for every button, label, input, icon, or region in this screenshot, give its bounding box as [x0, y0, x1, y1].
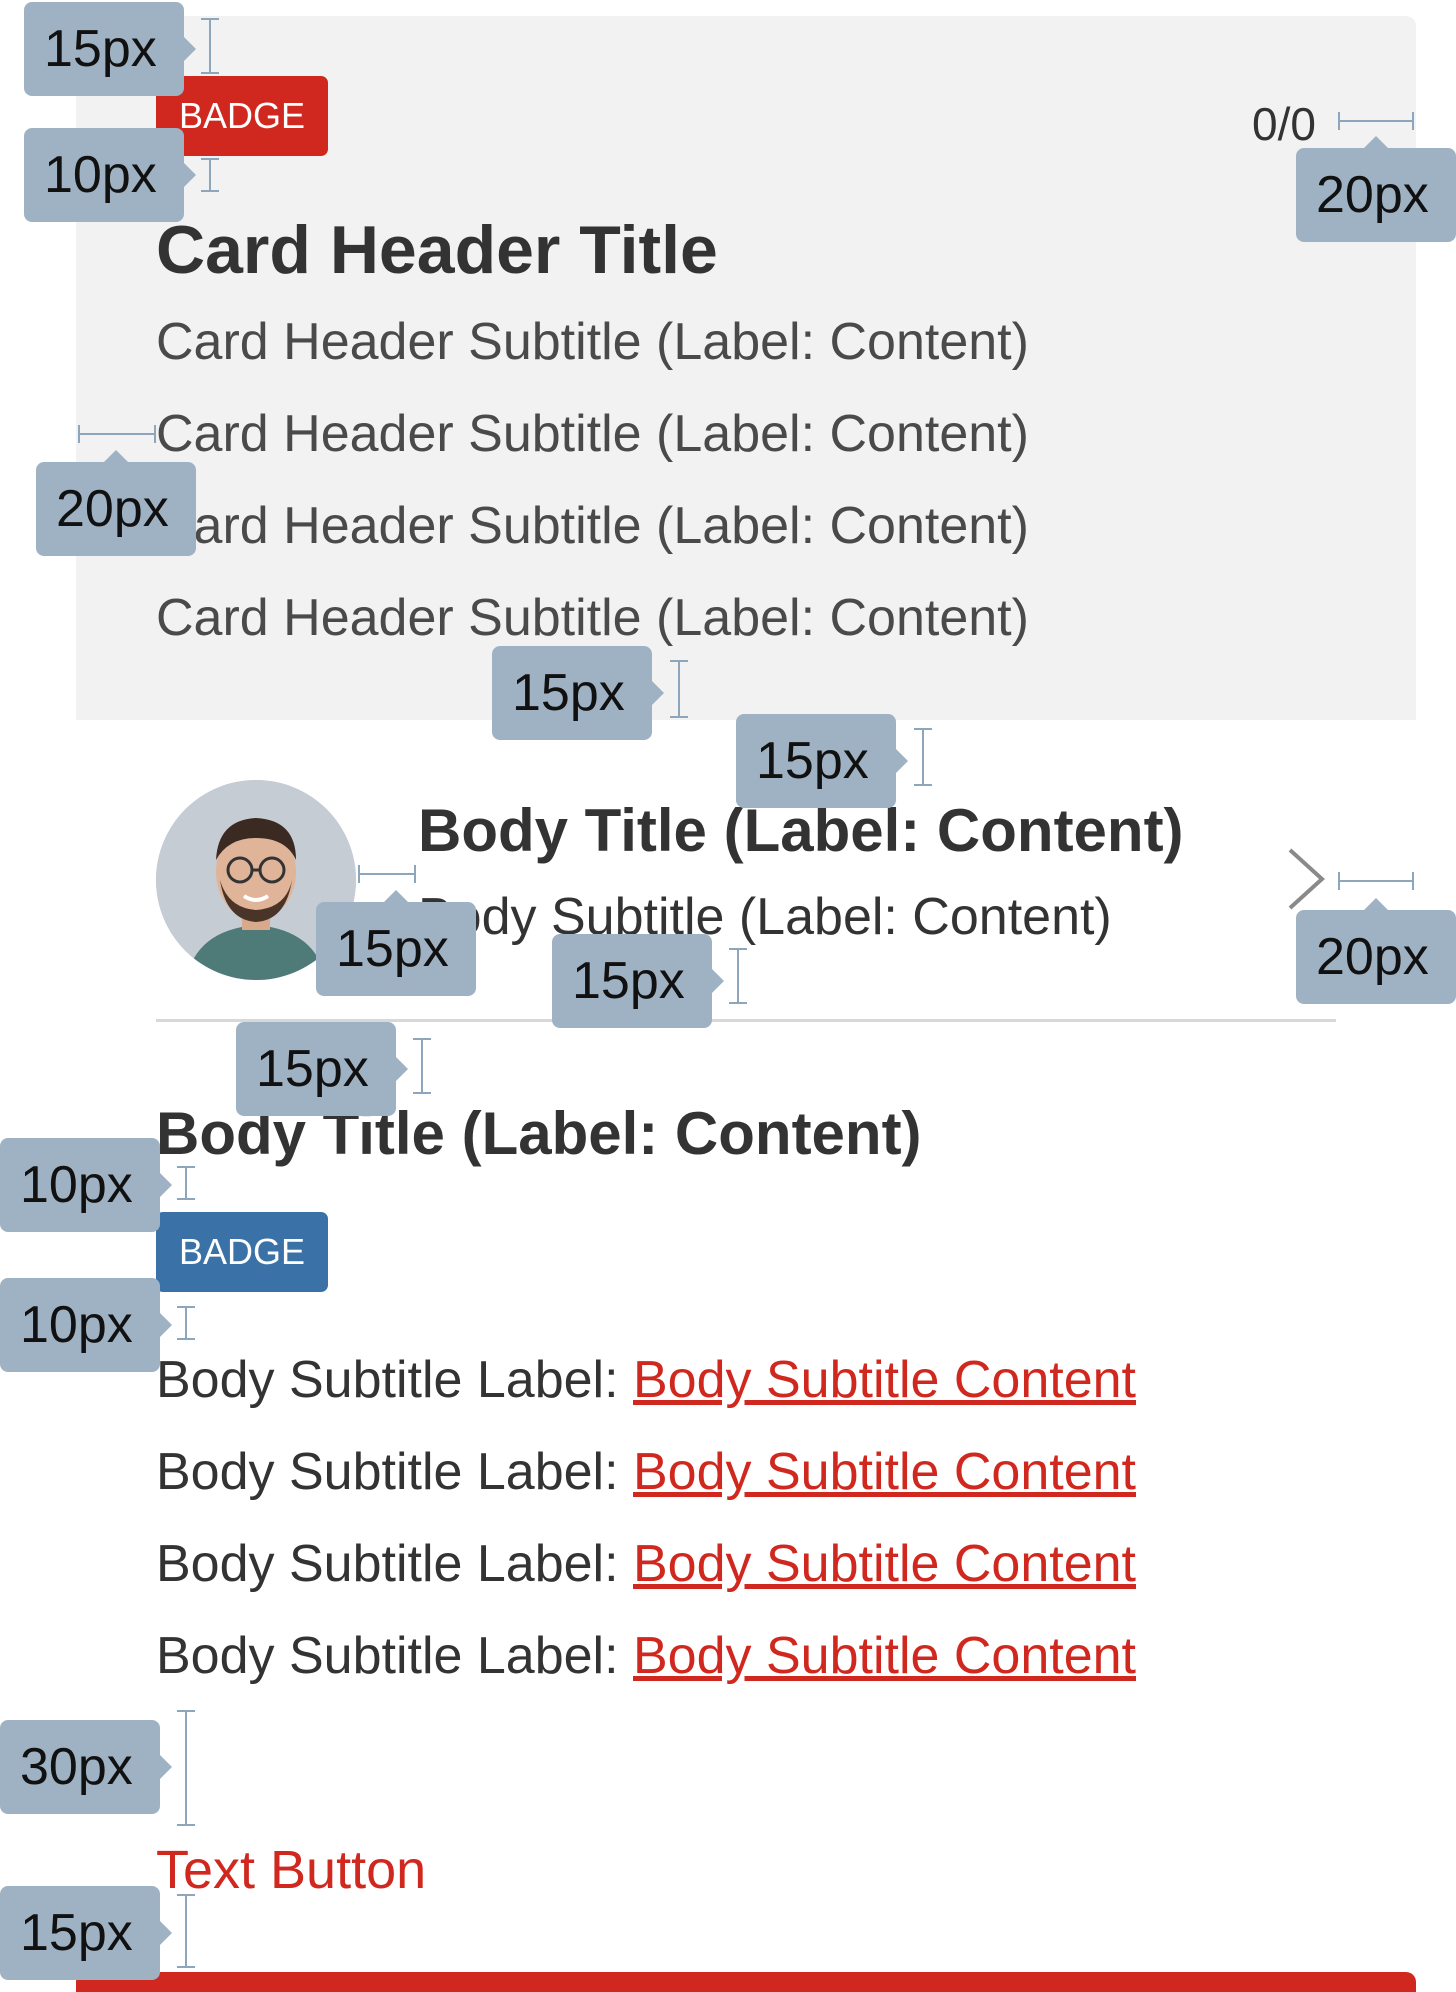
body-subtitle-label: Body Subtitle Label: [156, 1627, 633, 1685]
spacing-annotation: 15px [24, 2, 196, 96]
spacing-annotation: 15px [492, 646, 664, 740]
spacing-annotation: 10px [24, 128, 196, 222]
spacing-annotation: 15px [236, 1022, 408, 1116]
spacing-annotation: 20px [36, 450, 196, 556]
spacing-annotation: 10px [0, 1278, 172, 1372]
spacing-annotation: 30px [0, 1720, 172, 1814]
spacing-guide [177, 1306, 195, 1340]
bottom-bar [76, 1972, 1416, 1992]
list-item: Body Subtitle Label: Body Subtitle Conte… [156, 1624, 1136, 1688]
spacing-guide [358, 865, 416, 883]
body-subtitle-link[interactable]: Body Subtitle Content [633, 1443, 1136, 1501]
spacing-annotation: 15px [552, 934, 724, 1028]
card-header-title: Card Header Title [156, 212, 718, 288]
card-header-subtitle: Card Header Subtitle (Label: Content) [156, 589, 1029, 647]
spacing-annotation: 20px [1296, 136, 1456, 242]
spacing-guide [914, 728, 932, 786]
card-header-subtitle: Card Header Subtitle (Label: Content) [156, 313, 1029, 371]
list-item: Body Subtitle Label: Body Subtitle Conte… [156, 1440, 1136, 1504]
spacing-annotation: 10px [0, 1138, 172, 1232]
card-header-subtitle: Card Header Subtitle (Label: Content) [156, 497, 1029, 555]
spacing-annotation: 15px [736, 714, 908, 808]
body-subtitle-label: Body Subtitle Label: [156, 1535, 633, 1593]
spacing-guide [177, 1894, 195, 1968]
spacing-guide [78, 425, 156, 443]
body-subtitle-link[interactable]: Body Subtitle Content [633, 1627, 1136, 1685]
body-badge: BADGE [156, 1212, 328, 1292]
spacing-annotation: 20px [1296, 898, 1456, 1004]
spacing-guide [413, 1038, 431, 1094]
spacing-guide [201, 18, 219, 74]
spacing-guide [670, 660, 688, 718]
list-item: Body Subtitle Label: Body Subtitle Conte… [156, 1532, 1136, 1596]
chevron-right-icon[interactable] [1278, 846, 1338, 912]
spacing-guide [729, 948, 747, 1004]
list-item: Body Subtitle Label: Body Subtitle Conte… [156, 1348, 1136, 1412]
spacing-guide [177, 1710, 195, 1826]
spacing-guide [201, 158, 219, 192]
spacing-guide [1338, 112, 1414, 130]
spacing-annotation: 15px [316, 890, 476, 996]
text-button[interactable]: Text Button [156, 1838, 426, 1902]
spacing-guide [1338, 872, 1414, 890]
body-subtitle-label: Body Subtitle Label: [156, 1443, 633, 1501]
body-subtitle-link[interactable]: Body Subtitle Content [633, 1351, 1136, 1409]
body-subtitle-link[interactable]: Body Subtitle Content [633, 1535, 1136, 1593]
list-item-subtitle: Body Subtitle (Label: Content) [418, 888, 1112, 946]
spacing-annotation: 15px [0, 1886, 172, 1980]
body-subtitle-label: Body Subtitle Label: [156, 1351, 633, 1409]
spacing-guide [177, 1166, 195, 1200]
pager-count: 0/0 [1252, 98, 1316, 150]
card-header-subtitle: Card Header Subtitle (Label: Content) [156, 405, 1029, 463]
